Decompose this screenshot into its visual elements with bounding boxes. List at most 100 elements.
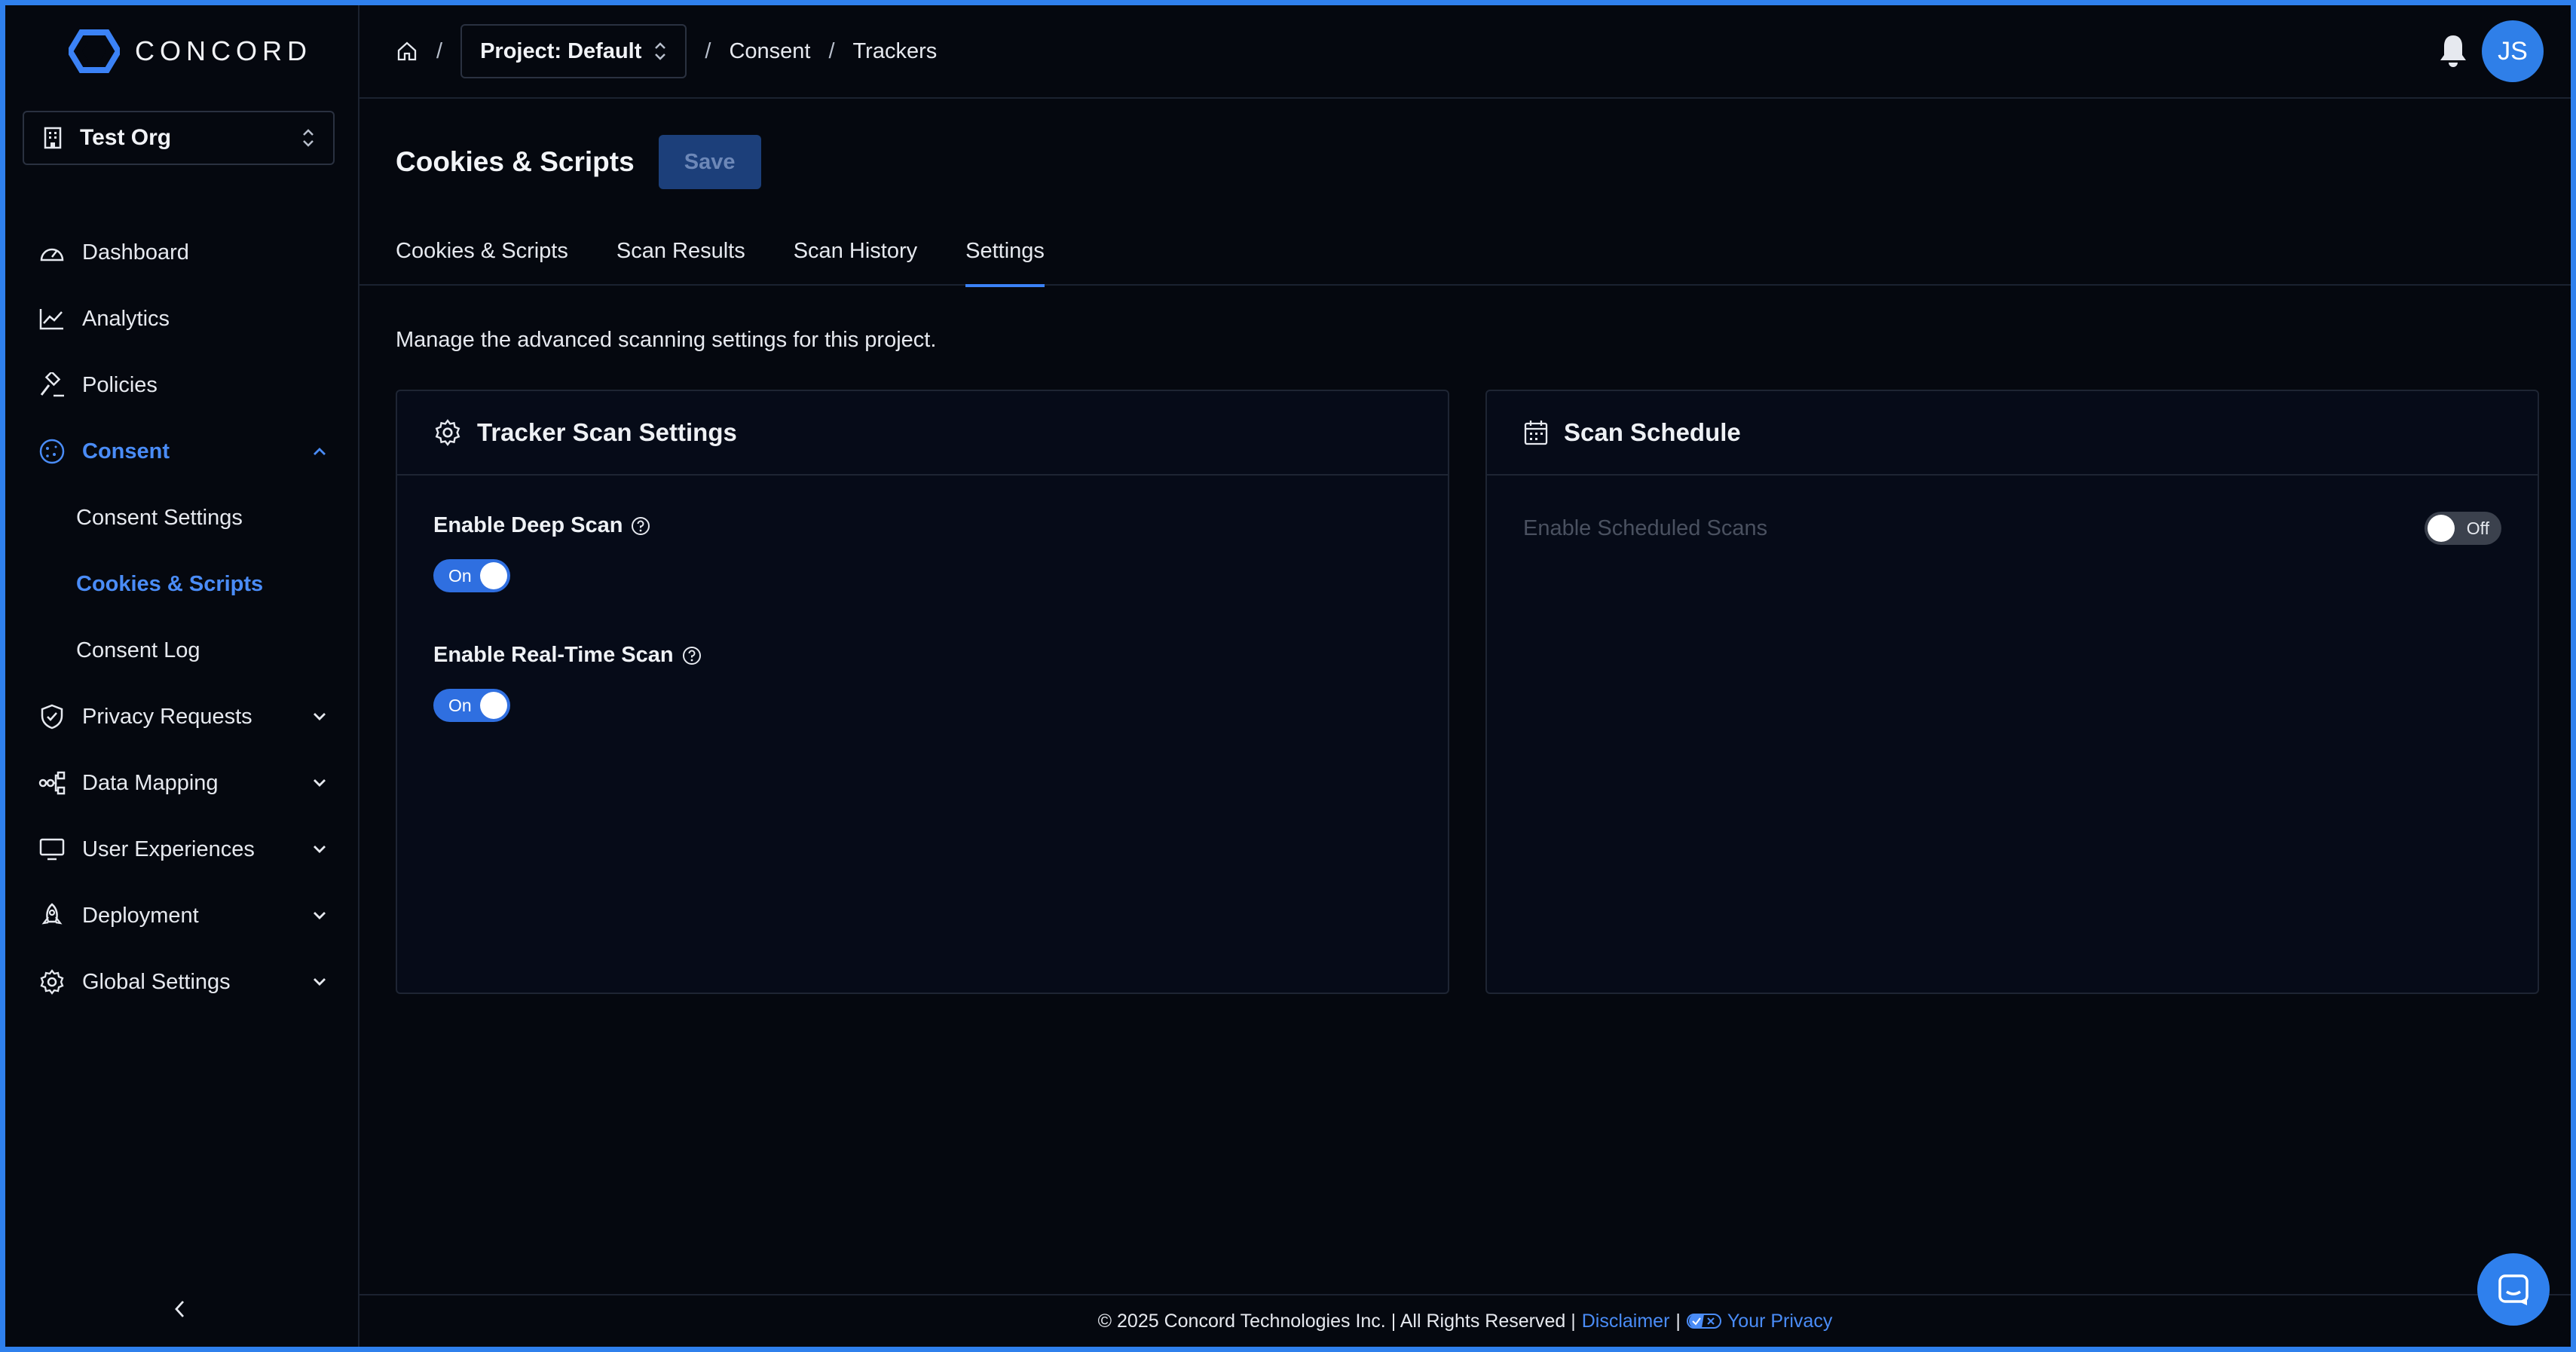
home-icon[interactable]: [396, 40, 418, 63]
realtime-scan-toggle[interactable]: On: [433, 689, 510, 722]
sidebar-item-dashboard[interactable]: Dashboard: [5, 219, 358, 286]
toggle-state: On: [448, 696, 472, 715]
app-window: CONCORD Test Org Dashboard Analytics Pol…: [5, 5, 2571, 1347]
sidebar-item-deployment[interactable]: Deployment: [5, 882, 358, 949]
breadcrumb-trackers: Trackers: [852, 38, 938, 63]
page-description: Manage the advanced scanning settings fo…: [396, 328, 937, 352]
sidebar-item-label: Data Mapping: [82, 770, 219, 795]
calendar-icon: [1524, 421, 1548, 445]
chevron-down-icon: [314, 779, 326, 787]
deep-scan-toggle[interactable]: On: [433, 559, 510, 592]
realtime-scan-field: Enable Real-Time Scan On: [433, 643, 702, 722]
sidebar-item-label: Analytics: [82, 306, 170, 331]
gavel-icon: [40, 372, 64, 397]
org-selector[interactable]: Test Org: [23, 111, 335, 165]
sidebar-item-label: Policies: [82, 372, 158, 397]
project-selector[interactable]: Project: Default: [460, 24, 687, 78]
sidebar-subitem-consent-log[interactable]: Consent Log: [5, 617, 358, 684]
card-header: Tracker Scan Settings: [397, 391, 1448, 476]
breadcrumb-separator: /: [436, 38, 443, 63]
gear-icon: [435, 419, 460, 446]
page-title: Cookies & Scripts: [396, 146, 635, 177]
org-name: Test Org: [80, 125, 172, 150]
scan-schedule-card: Scan Schedule Enable Scheduled Scans Off: [1485, 390, 2539, 994]
building-icon: [44, 127, 62, 149]
network-icon: [38, 771, 66, 795]
toggle-knob: [2428, 515, 2455, 542]
sidebar-item-data-mapping[interactable]: Data Mapping: [5, 750, 358, 816]
tab-settings[interactable]: Settings: [965, 228, 1045, 287]
main-content: / Project: Default / Consent / Trackers …: [359, 5, 2571, 1347]
chevron-down-icon: [314, 846, 326, 853]
chat-button[interactable]: [2477, 1253, 2550, 1326]
toggle-state: Off: [2466, 518, 2489, 538]
toggle-knob: [480, 692, 507, 719]
sidebar: CONCORD Test Org Dashboard Analytics Pol…: [5, 5, 359, 1347]
sidebar-subitem-consent-settings[interactable]: Consent Settings: [5, 485, 358, 551]
card-title: Scan Schedule: [1564, 418, 1741, 446]
page-header: Cookies & Scripts Save: [396, 135, 761, 189]
scheduled-scans-label: Enable Scheduled Scans: [1523, 516, 1768, 540]
footer-copyright: © 2025 Concord Technologies Inc. | All R…: [1097, 1310, 1576, 1332]
sidebar-item-label: Consent: [82, 439, 170, 463]
disclaimer-link[interactable]: Disclaimer: [1582, 1311, 1670, 1332]
topbar: / Project: Default / Consent / Trackers …: [359, 5, 2571, 99]
sidebar-item-privacy-requests[interactable]: Privacy Requests: [5, 684, 358, 750]
footer-divider: |: [1675, 1310, 1681, 1332]
chevron-up-icon: [314, 448, 326, 455]
breadcrumb-separator: /: [828, 38, 835, 63]
sidebar-item-analytics[interactable]: Analytics: [5, 286, 358, 352]
tab-scan-results[interactable]: Scan Results: [616, 228, 745, 286]
help-circle-icon[interactable]: [681, 645, 702, 666]
card-header: Scan Schedule: [1487, 391, 2538, 476]
chat-icon: [2498, 1274, 2529, 1305]
sidebar-item-label: Privacy Requests: [82, 704, 252, 729]
sidebar-item-global-settings[interactable]: Global Settings: [5, 949, 358, 1015]
tab-bar: Cookies & Scripts Scan Results Scan Hist…: [359, 228, 2571, 287]
monitor-icon: [39, 838, 65, 861]
sidebar-item-label: Global Settings: [82, 969, 231, 994]
toggle-state: On: [448, 566, 472, 586]
bell-icon: [2440, 35, 2466, 67]
help-circle-icon[interactable]: [630, 515, 651, 537]
tracker-scan-settings-card: Tracker Scan Settings Enable Deep Scan O…: [396, 390, 1449, 994]
project-name: Project: Default: [480, 38, 642, 63]
breadcrumb-separator: /: [705, 38, 711, 63]
notifications-button[interactable]: [2438, 32, 2468, 75]
deep-scan-field: Enable Deep Scan On: [433, 513, 651, 592]
sidebar-item-label: Deployment: [82, 903, 199, 928]
user-avatar[interactable]: JS: [2482, 20, 2544, 82]
rocket-icon: [41, 903, 63, 925]
cookie-icon: [39, 439, 65, 464]
sidebar-item-consent[interactable]: Consent: [5, 418, 358, 485]
shield-check-icon: [41, 704, 63, 730]
deep-scan-label-text: Enable Deep Scan: [433, 513, 623, 537]
tab-cookies-scripts[interactable]: Cookies & Scripts: [396, 228, 568, 286]
gear-icon: [40, 969, 64, 995]
line-chart-icon: [39, 309, 63, 330]
sidebar-item-user-experiences[interactable]: User Experiences: [5, 816, 358, 882]
sidebar-item-label: User Experiences: [82, 837, 255, 861]
sidebar-item-label: Dashboard: [82, 240, 189, 265]
gauge-icon: [40, 248, 64, 262]
concord-logo-icon: [69, 29, 120, 73]
your-privacy-link[interactable]: Your Privacy: [1727, 1311, 1832, 1332]
logo[interactable]: CONCORD: [69, 29, 312, 73]
realtime-scan-label-text: Enable Real-Time Scan: [433, 643, 674, 667]
chevron-down-icon: [314, 912, 326, 919]
tab-scan-history[interactable]: Scan History: [794, 228, 917, 286]
toggle-knob: [480, 562, 507, 589]
save-button[interactable]: Save: [658, 135, 761, 189]
sidebar-subitem-cookies-scripts[interactable]: Cookies & Scripts: [5, 551, 358, 617]
sidebar-item-policies[interactable]: Policies: [5, 352, 358, 418]
breadcrumb-consent[interactable]: Consent: [729, 39, 810, 64]
privacy-options-icon: [1686, 1314, 1721, 1329]
brand-name: CONCORD: [135, 35, 312, 66]
sidebar-item-label: Consent Settings: [76, 505, 243, 530]
card-title: Tracker Scan Settings: [477, 418, 737, 446]
sidebar-item-label: Consent Log: [76, 638, 200, 662]
realtime-scan-label: Enable Real-Time Scan: [433, 643, 702, 668]
scheduled-scans-toggle[interactable]: Off: [2425, 512, 2501, 545]
footer: © 2025 Concord Technologies Inc. | All R…: [359, 1294, 2571, 1347]
sidebar-collapse-button[interactable]: [171, 1298, 189, 1324]
